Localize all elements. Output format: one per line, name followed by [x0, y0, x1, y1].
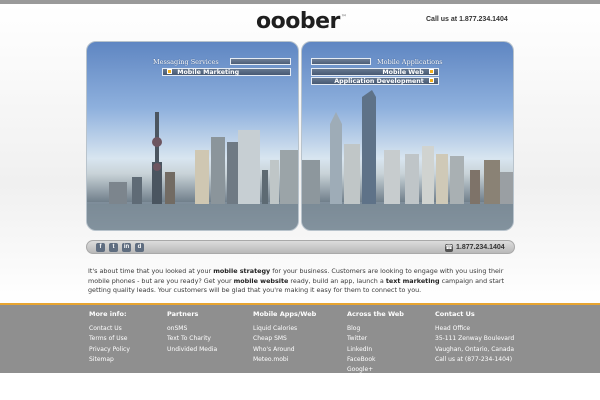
- phone-number: 1.877.234.1404: [456, 244, 505, 251]
- footer-link-sitemap[interactable]: Sitemap: [89, 355, 130, 365]
- footer: More info: Contact Us Terms of Use Priva…: [0, 303, 600, 373]
- footer-link-meteo-mobi[interactable]: Meteo.mobi: [253, 355, 316, 365]
- footer-link-blog[interactable]: Blog: [347, 324, 404, 334]
- footer-link-privacy[interactable]: Privacy Policy: [89, 345, 130, 355]
- footer-link-linkedin[interactable]: LinkedIn: [347, 345, 404, 355]
- menu-item-label: Application Development: [334, 78, 424, 85]
- logo-text: ooober: [256, 9, 340, 34]
- footer-head-office: Head Office: [435, 325, 471, 332]
- footer-heading: More info:: [89, 310, 127, 318]
- footer-column-mobile-apps: Mobile Apps/Web Liquid Calories Cheap SM…: [253, 310, 316, 365]
- social-bar: f t in d ☎ 1.877.234.1404: [86, 240, 515, 254]
- footer-link-whos-around[interactable]: Who's Around: [253, 345, 316, 355]
- applications-heading-bar: [311, 58, 371, 65]
- footer-column-partners: Partners onSMS Text To Charity Undivided…: [167, 310, 217, 355]
- footer-address-street: 35-111 Zenway Boulevard: [435, 335, 515, 343]
- intro-bold-mobile-strategy: mobile strategy: [213, 267, 271, 275]
- footer-link-terms[interactable]: Terms of Use: [89, 334, 130, 344]
- footer-link-google-plus[interactable]: Google+: [347, 365, 404, 375]
- intro-bold-mobile-website: mobile website: [233, 276, 289, 285]
- menu-item-mobile-web[interactable]: Mobile Web: [311, 68, 439, 76]
- bullet-icon: [429, 78, 434, 83]
- phone-box: ☎ 1.877.234.1404: [445, 242, 505, 253]
- logo-trademark: ™: [340, 14, 347, 21]
- footer-heading: Across the Web: [347, 310, 404, 318]
- mobile-applications-heading: Mobile Applications: [377, 58, 443, 66]
- phone-icon: ☎: [445, 243, 453, 252]
- footer-column-contact: Contact Us Head Office 35-111 Zenway Bou…: [435, 310, 514, 365]
- site-logo[interactable]: ooober ™: [256, 10, 347, 34]
- footer-address-city: Vaughan, Ontario, Canada: [435, 345, 515, 353]
- footer-link-liquid-calories[interactable]: Liquid Calories: [253, 324, 316, 334]
- left-hero-panel: Messaging Services Mobile Marketing: [86, 41, 299, 231]
- intro-paragraph: It's about time that you looked at your …: [88, 267, 513, 296]
- menu-item-mobile-marketing[interactable]: Mobile Marketing: [162, 68, 291, 76]
- footer-link-text-to-charity[interactable]: Text To Charity: [167, 334, 217, 344]
- messaging-services-heading: Messaging Services: [153, 58, 219, 66]
- intro-text: ready, build an app, launch a: [288, 276, 386, 285]
- footer-column-more-info: More info: Contact Us Terms of Use Priva…: [89, 310, 130, 365]
- menu-item-label: Mobile Marketing: [177, 69, 240, 76]
- menu-item-application-development[interactable]: Application Development: [311, 77, 439, 85]
- menu-item-label: Mobile Web: [382, 69, 424, 76]
- footer-column-across-web: Across the Web Blog Twitter LinkedIn Fac…: [347, 310, 404, 375]
- facebook-icon[interactable]: f: [96, 243, 105, 252]
- intro-bold-text-marketing: text marketing: [385, 276, 440, 285]
- bullet-icon: [429, 69, 434, 74]
- footer-heading: Mobile Apps/Web: [253, 310, 317, 318]
- footer-link-onsms[interactable]: onSMS: [167, 324, 217, 334]
- footer-call-us[interactable]: Call us at (877-234-1404): [435, 355, 514, 365]
- bullet-icon: [167, 69, 172, 74]
- call-us-text: Call us at 1.877.234.1404: [426, 16, 508, 23]
- twitter-icon[interactable]: t: [109, 243, 118, 252]
- right-hero-panel: Mobile Applications Mobile Web Applicati…: [301, 41, 514, 231]
- footer-link-facebook[interactable]: FaceBook: [347, 355, 404, 365]
- footer-link-undivided-media[interactable]: Undivided Media: [167, 345, 217, 355]
- delicious-icon[interactable]: d: [135, 243, 144, 252]
- footer-link-cheap-sms[interactable]: Cheap SMS: [253, 334, 316, 344]
- linkedin-icon[interactable]: in: [122, 243, 131, 252]
- intro-text: It's about time that you looked at your: [88, 267, 214, 275]
- footer-link-contact-us[interactable]: Contact Us: [89, 324, 130, 334]
- footer-heading: Contact Us: [435, 310, 475, 318]
- messaging-heading-bar: [230, 58, 291, 65]
- footer-link-twitter[interactable]: Twitter: [347, 334, 404, 344]
- footer-heading: Partners: [167, 310, 199, 318]
